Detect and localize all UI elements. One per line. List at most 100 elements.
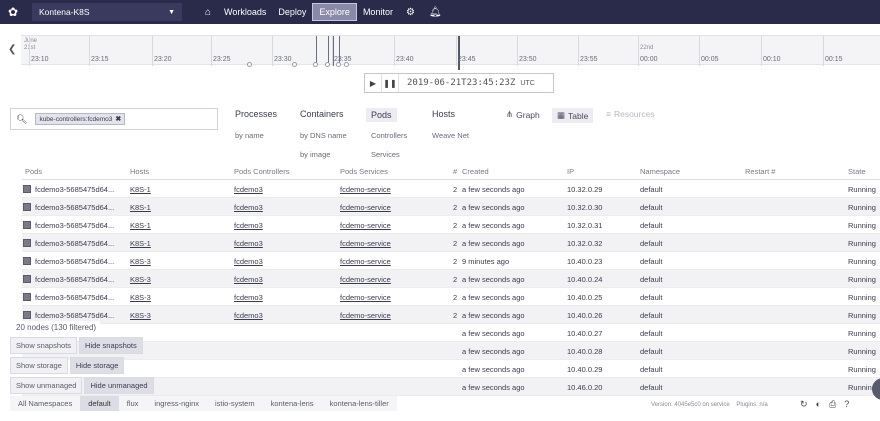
timeline-track[interactable]: June 21st 22nd 23:1023:1523:2023:2523:30… (21, 35, 880, 70)
cell-host[interactable]: K8S-1 (130, 203, 151, 212)
view-resources[interactable]: ≡ Resources (606, 109, 655, 119)
nav-workloads[interactable]: Workloads (218, 3, 272, 21)
topology-hosts-weave-net[interactable]: Weave Net (432, 131, 469, 140)
cell-pod-service[interactable]: fcdemo-service (340, 293, 391, 302)
table-row[interactable]: fcdemo3-5685475d64... K8S-1 fcdemo3 fcdemo-… (22, 216, 880, 234)
table-row[interactable]: fcdemo3-5685475d64... K8S-3 fcdemo3 fcdemo-… (22, 306, 880, 324)
cell-host[interactable]: K8S-1 (130, 221, 151, 230)
view-graph[interactable]: ⋔ Graph (506, 109, 540, 120)
cell-pod-service[interactable]: fcdemo-service (340, 203, 391, 212)
column-header-created[interactable]: Created (462, 167, 489, 176)
hide-unmanaged-option[interactable]: Hide unmanaged (84, 377, 154, 394)
view-table[interactable]: ▦ Table (552, 108, 594, 123)
cell-pod-controller[interactable]: fcdemo3 (234, 239, 263, 248)
namespace-kontena-lens-tiller[interactable]: kontena-lens-tiller (321, 396, 397, 411)
namespace-default[interactable]: default (80, 396, 119, 411)
cell-pod-service[interactable]: fcdemo-service (340, 221, 391, 230)
app-logo-icon[interactable]: ✿ (0, 0, 26, 24)
cell-pod-controller[interactable]: fcdemo3 (234, 293, 263, 302)
column-header-pod-controller[interactable]: Pods Controllers (234, 167, 289, 176)
cell-pod-controller[interactable]: fcdemo3 (234, 185, 263, 194)
topology-containers-by-dns[interactable]: by DNS name (300, 131, 347, 140)
help-icon[interactable]: ? (844, 399, 849, 410)
cell-host[interactable]: K8S-3 (130, 311, 151, 320)
hide-snapshots-option[interactable]: Hide snapshots (79, 337, 143, 354)
timeline-tick (332, 36, 333, 66)
show-snapshots-option[interactable]: Show snapshots (10, 337, 78, 354)
cell-pod-service[interactable]: fcdemo-service (340, 311, 391, 320)
column-header-state[interactable]: State (848, 167, 866, 176)
play-icon[interactable]: ▶ (365, 74, 382, 92)
namespace-istio-system[interactable]: istio-system (207, 396, 263, 411)
column-header-namespace[interactable]: Namespace (640, 167, 680, 176)
timeline-event-dot (247, 62, 252, 67)
nav-explore[interactable]: Explore (312, 3, 357, 21)
cell-pod-controller[interactable]: fcdemo3 (234, 275, 263, 284)
cell-pod-controller[interactable]: fcdemo3 (234, 203, 263, 212)
cell-pod-service[interactable]: fcdemo-service (340, 275, 391, 284)
topology-pods-services[interactable]: Services (371, 150, 400, 159)
search-box[interactable]: 🔍︎ kube-controllers:fcdemo3 ✖ (10, 108, 218, 130)
close-icon[interactable]: ✖ (115, 115, 121, 123)
cell-host[interactable]: K8S-1 (130, 185, 151, 194)
column-header-restarts[interactable]: Restart # (745, 167, 775, 176)
topology-processes[interactable]: Processes (235, 109, 277, 119)
topology-hosts[interactable]: Hosts (432, 109, 455, 119)
topology-containers-by-image[interactable]: by image (300, 150, 330, 159)
table-row[interactable]: fcdemo3-5685475d64... K8S-3 fcdemo3 fcdemo-… (22, 252, 880, 270)
timeline-tick-label: 23:40 (396, 56, 414, 63)
search-filter-tag[interactable]: kube-controllers:fcdemo3 ✖ (35, 113, 126, 125)
topology-pods[interactable]: Pods (366, 108, 397, 122)
cell-pod-service[interactable]: fcdemo-service (340, 185, 391, 194)
show-storage-option[interactable]: Show storage (10, 357, 68, 374)
timeline-back-icon[interactable]: ❮ (8, 44, 16, 55)
cell-host[interactable]: K8S-1 (130, 239, 151, 248)
table-row[interactable]: fcdemo3-5685475d64... K8S-1 fcdemo3 fcdemo-… (22, 180, 880, 198)
table-row[interactable]: fcdemo3-5685475d64... K8S-3 fcdemo3 fcdemo-… (22, 288, 880, 306)
pause-icon[interactable]: ❚❚ (382, 74, 399, 92)
refresh-icon[interactable]: ↻ (800, 399, 808, 410)
nav-monitor[interactable]: Monitor (357, 3, 399, 21)
cell-pod-controller[interactable]: fcdemo3 (234, 257, 263, 266)
hide-storage-option[interactable]: Hide storage (69, 357, 125, 374)
gear-icon[interactable]: ⚙ (399, 7, 422, 18)
home-icon[interactable]: ⌂ (198, 7, 218, 18)
cell-pod-name: fcdemo3-5685475d64... (35, 239, 115, 248)
column-header-count[interactable]: # (453, 167, 457, 176)
table-row[interactable]: a few seconds ago 10.40.0.28 default Runnin… (22, 342, 880, 360)
column-header-ip[interactable]: IP (567, 167, 574, 176)
table-row[interactable]: a few seconds ago 10.40.0.27 default Runnin… (22, 324, 880, 342)
namespace-ingress-nginx[interactable]: ingress-nginx (146, 396, 208, 411)
namespace-flux[interactable]: flux (118, 396, 147, 411)
bell-icon[interactable]: 🔔︎ (422, 7, 449, 18)
table-row[interactable]: fcdemo3-5685475d64... K8S-3 fcdemo3 fcdemo-… (22, 270, 880, 288)
cell-host[interactable]: K8S-3 (130, 275, 151, 284)
timeline: ❮ June 21st 22nd 23:1023:1523:2023:2523:… (0, 30, 880, 72)
printer-icon[interactable]: ⎙ (829, 399, 836, 410)
cell-host[interactable]: K8S-3 (130, 257, 151, 266)
cell-pod-service[interactable]: fcdemo-service (340, 239, 391, 248)
column-header-pod-service[interactable]: Pods Services (340, 167, 388, 176)
namespace-all-namespaces[interactable]: All Namespaces (10, 396, 81, 411)
column-header-host[interactable]: Hosts (130, 167, 149, 176)
cluster-selector[interactable]: Kontena-K8S ▼ (32, 3, 182, 21)
namespace-kontena-lens[interactable]: kontena-lens (262, 396, 322, 411)
table-row[interactable]: a few seconds ago 10.40.0.29 default Runnin… (22, 360, 880, 378)
timeline-current-position[interactable] (458, 36, 460, 70)
cell-ip: 10.32.0.30 (567, 203, 603, 212)
column-header-pod-name[interactable]: Pods (25, 167, 42, 176)
contrast-icon[interactable]: ◐ (816, 399, 821, 410)
cell-pod-controller[interactable]: fcdemo3 (234, 221, 263, 230)
nav-deploy[interactable]: Deploy (272, 3, 312, 21)
cell-host[interactable]: K8S-3 (130, 293, 151, 302)
show-unmanaged-option[interactable]: Show unmanaged (10, 377, 83, 394)
table-row[interactable]: fcdemo3-5685475d64... K8S-1 fcdemo3 fcdemo-… (22, 234, 880, 252)
cell-namespace: default (640, 293, 663, 302)
timestamp-input[interactable]: 2019-06-21T23:45:23Z (407, 78, 515, 88)
cell-pod-service[interactable]: fcdemo-service (340, 257, 391, 266)
cell-pod-controller[interactable]: fcdemo3 (234, 311, 263, 320)
topology-pods-controllers[interactable]: Controllers (371, 131, 407, 140)
topology-containers[interactable]: Containers (300, 109, 344, 119)
table-row[interactable]: fcdemo3-5685475d64... K8S-1 fcdemo3 fcdemo-… (22, 198, 880, 216)
topology-processes-by-name[interactable]: by name (235, 131, 264, 140)
